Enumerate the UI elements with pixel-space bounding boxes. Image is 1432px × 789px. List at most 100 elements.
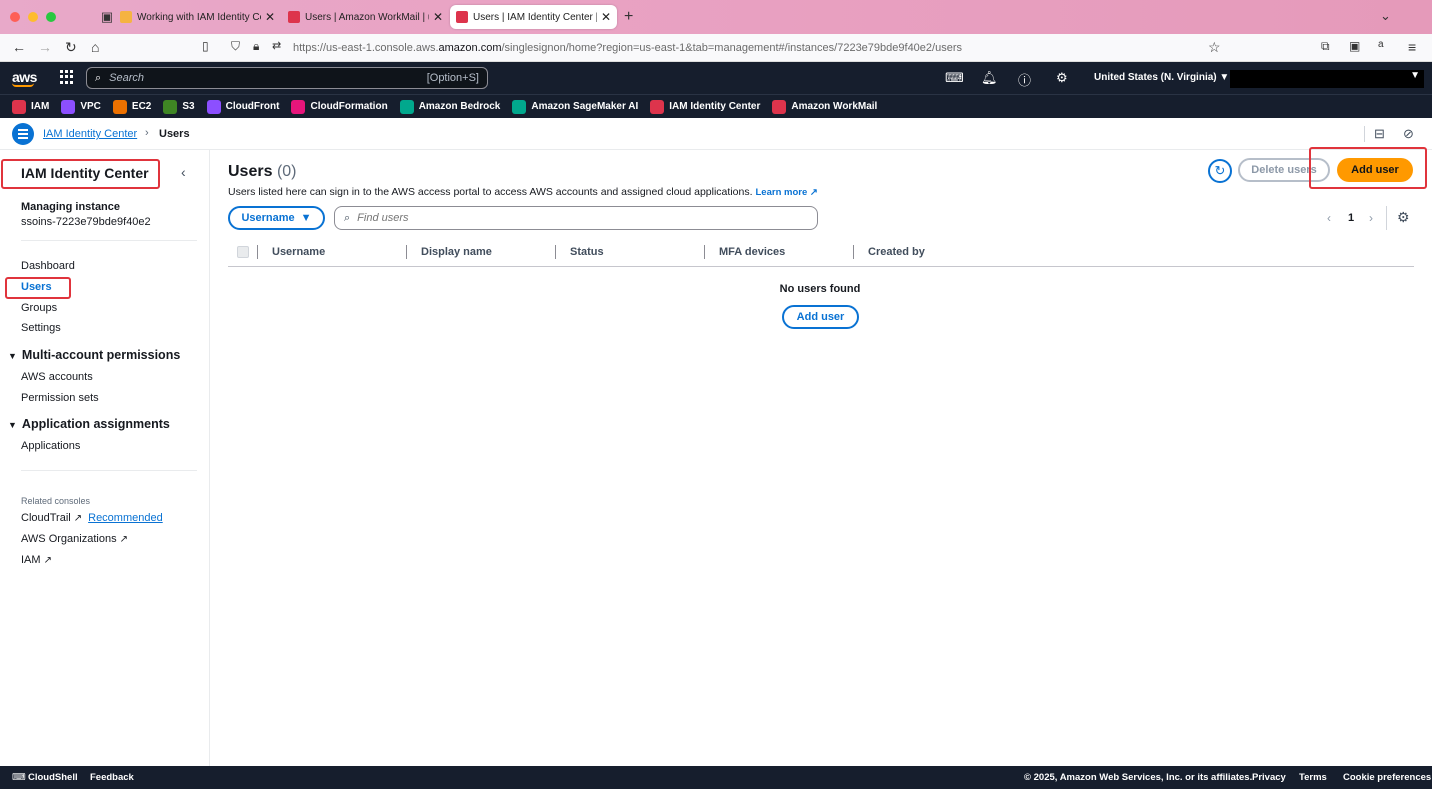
related-iam[interactable]: IAM ↗ bbox=[21, 554, 52, 566]
menu-icon[interactable]: ≡ bbox=[1408, 39, 1416, 55]
favorite-iam[interactable]: IAM bbox=[12, 99, 49, 114]
filter-property-select[interactable]: Username ▼ bbox=[228, 206, 325, 230]
sidebar-item-settings[interactable]: Settings bbox=[21, 322, 61, 334]
column-display-name[interactable]: Display name bbox=[421, 246, 492, 258]
privacy-link[interactable]: Privacy bbox=[1252, 772, 1286, 783]
favorite-ec2[interactable]: EC2 bbox=[112, 99, 151, 114]
minimize-window-button[interactable] bbox=[28, 12, 38, 22]
close-tab-icon[interactable]: ✕ bbox=[433, 10, 443, 24]
reload-icon[interactable]: ↻ bbox=[65, 39, 77, 56]
back-icon[interactable]: ← bbox=[12, 39, 26, 55]
previous-page-icon[interactable]: ‹ bbox=[1327, 211, 1331, 225]
nav-menu-icon[interactable] bbox=[12, 123, 34, 145]
tab-favicon-icon bbox=[120, 11, 132, 23]
search-icon: ⌕ bbox=[95, 71, 102, 84]
favorite-cloudformation[interactable]: CloudFormation bbox=[291, 99, 388, 114]
table-preferences-gear-icon[interactable]: ⚙ bbox=[1397, 209, 1410, 226]
container-icon[interactable]: ▣ bbox=[1349, 39, 1360, 53]
amazon-extension-icon[interactable]: a bbox=[1378, 39, 1384, 50]
extensions-icon[interactable]: ⧉ bbox=[1321, 39, 1330, 54]
column-status[interactable]: Status bbox=[570, 246, 604, 258]
page-number[interactable]: 1 bbox=[1348, 212, 1354, 224]
forward-icon[interactable]: → bbox=[38, 39, 52, 55]
sidebar-item-aws-accounts[interactable]: AWS accounts bbox=[21, 371, 93, 383]
cookie-preferences-link[interactable]: Cookie preferences bbox=[1343, 772, 1431, 783]
browser-tab-3-active[interactable]: Users | IAM Identity Center | us- ✕ bbox=[450, 5, 618, 29]
lock-icon[interactable]: 🔒︎ bbox=[253, 39, 259, 54]
recommended-link[interactable]: Recommended bbox=[88, 512, 163, 524]
notifications-panel-icon[interactable]: ⊘ bbox=[1403, 126, 1414, 142]
home-icon[interactable]: ⌂ bbox=[91, 39, 99, 55]
search-shortcut: [Option+S] bbox=[426, 72, 479, 84]
url-host: amazon.com bbox=[438, 42, 502, 54]
sidebar-item-applications[interactable]: Applications bbox=[21, 440, 80, 452]
learn-more-link[interactable]: Learn more ↗ bbox=[756, 187, 818, 198]
next-page-icon[interactable]: › bbox=[1369, 211, 1373, 225]
collapse-chevron-icon[interactable]: ‹ bbox=[181, 164, 186, 180]
region-selector[interactable]: United States (N. Virginia) ▼ bbox=[1094, 72, 1229, 83]
related-organizations[interactable]: AWS Organizations ↗ bbox=[21, 533, 128, 545]
terms-link[interactable]: Terms bbox=[1299, 772, 1327, 783]
column-divider[interactable] bbox=[704, 245, 705, 259]
column-mfa-devices[interactable]: MFA devices bbox=[719, 246, 785, 258]
column-divider[interactable] bbox=[406, 245, 407, 259]
cloudshell-icon[interactable]: ⌨ bbox=[945, 70, 964, 86]
favorite-cloudfront[interactable]: CloudFront bbox=[206, 99, 279, 114]
favorite-s3[interactable]: S3 bbox=[163, 99, 195, 114]
section-multi-account[interactable]: ▼ Multi-account permissions bbox=[8, 348, 180, 362]
column-username[interactable]: Username bbox=[272, 246, 325, 258]
cloudshell-footer-icon[interactable]: ⌨ bbox=[12, 772, 26, 783]
window-controls bbox=[10, 12, 56, 22]
column-created-by[interactable]: Created by bbox=[868, 246, 925, 258]
cloudshell-link[interactable]: CloudShell bbox=[28, 772, 78, 783]
sidebar-toggle-icon[interactable]: ▯ bbox=[202, 39, 209, 53]
favorite-identity-center[interactable]: IAM Identity Center bbox=[650, 99, 760, 114]
maximize-window-button[interactable] bbox=[46, 12, 56, 22]
favorite-sagemaker[interactable]: Amazon SageMaker AI bbox=[512, 99, 638, 114]
url-field[interactable]: https://us-east-1.console.aws. amazon.com… bbox=[293, 39, 1193, 57]
help-icon[interactable]: ⓘ bbox=[1018, 70, 1031, 89]
tab-title: Working with IAM Identity Cente bbox=[137, 11, 261, 23]
tracking-shield-icon[interactable]: ⛉ bbox=[231, 39, 240, 54]
new-tab-icon[interactable]: + bbox=[624, 8, 633, 26]
bookmark-star-icon[interactable]: ☆ bbox=[1208, 39, 1221, 56]
select-all-checkbox[interactable] bbox=[237, 246, 249, 258]
global-search-input[interactable]: ⌕ Search [Option+S] bbox=[86, 67, 488, 89]
related-cloudtrail[interactable]: CloudTrail ↗ Recommended bbox=[21, 512, 163, 524]
favorite-vpc[interactable]: VPC bbox=[61, 99, 101, 114]
browser-toolbar: ← → ↻ ⌂ ▯ ⛉ 🔒︎ ⇄ https://us-east-1.conso… bbox=[0, 34, 1432, 62]
empty-add-user-button[interactable]: Add user bbox=[782, 305, 859, 329]
external-link-icon: ↗ bbox=[809, 187, 818, 198]
notifications-bell-icon[interactable]: 🔔︎ bbox=[981, 70, 998, 86]
browser-tab-2[interactable]: Users | Amazon WorkMail | us-e ✕ bbox=[282, 5, 449, 29]
close-tab-icon[interactable]: ✕ bbox=[265, 10, 275, 24]
close-window-button[interactable] bbox=[10, 12, 20, 22]
breadcrumb-parent-link[interactable]: IAM Identity Center bbox=[43, 128, 137, 140]
browser-tab-1[interactable]: Working with IAM Identity Cente ✕ bbox=[114, 5, 281, 29]
info-panel-icon[interactable]: ⊟ bbox=[1374, 126, 1385, 142]
sidebar-item-groups[interactable]: Groups bbox=[21, 302, 57, 314]
services-grid-icon[interactable] bbox=[60, 70, 74, 84]
section-application-assignments[interactable]: ▼ Application assignments bbox=[8, 417, 170, 431]
tab-overflow-chevron-icon[interactable]: ⌄ bbox=[1380, 8, 1391, 24]
sidebar-item-permission-sets[interactable]: Permission sets bbox=[21, 392, 99, 404]
favorite-workmail[interactable]: Amazon WorkMail bbox=[772, 99, 877, 114]
account-menu[interactable]: ▼ bbox=[1230, 70, 1424, 88]
find-users-input[interactable] bbox=[357, 212, 798, 224]
breadcrumb-current: Users bbox=[159, 128, 190, 140]
settings-gear-icon[interactable]: ⚙ bbox=[1056, 70, 1068, 86]
external-link-icon: ↗ bbox=[119, 534, 128, 545]
caret-down-icon: ▼ bbox=[8, 351, 17, 361]
aws-logo[interactable]: aws bbox=[12, 69, 37, 87]
external-link-icon: ↗ bbox=[43, 555, 52, 566]
feedback-link[interactable]: Feedback bbox=[90, 772, 134, 783]
find-users-field[interactable]: ⌕ bbox=[334, 206, 818, 230]
favorite-bedrock[interactable]: Amazon Bedrock bbox=[399, 99, 500, 114]
column-divider[interactable] bbox=[555, 245, 556, 259]
refresh-button[interactable]: ↻ bbox=[1208, 159, 1232, 183]
close-tab-icon[interactable]: ✕ bbox=[601, 10, 611, 24]
column-divider[interactable] bbox=[853, 245, 854, 259]
permissions-icon[interactable]: ⇄ bbox=[272, 39, 281, 52]
sidebar-item-dashboard[interactable]: Dashboard bbox=[21, 260, 75, 272]
highlight-box bbox=[1309, 147, 1427, 189]
